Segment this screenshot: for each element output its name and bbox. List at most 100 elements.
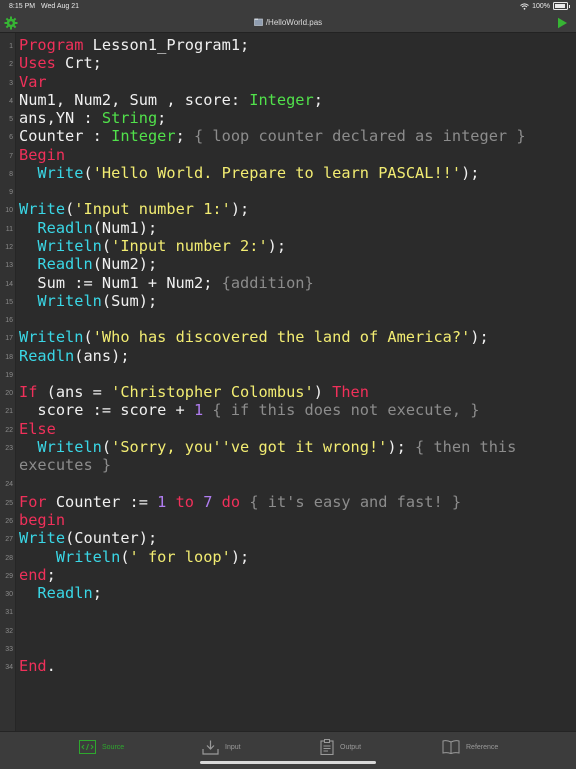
code-line[interactable]: 21 score := score + 1 { if this does not… — [0, 401, 576, 419]
code-text: ans,YN : String; — [19, 109, 166, 127]
code-line[interactable]: 7 Begin — [0, 146, 576, 164]
code-token: Readln — [37, 255, 93, 274]
code-text: Readln(ans); — [19, 347, 130, 365]
document-title: /HelloWorld.pas — [0, 18, 576, 28]
code-token: do — [221, 492, 241, 511]
code-token: Counter := — [46, 492, 158, 511]
code-line[interactable]: 11 Readln(Num1); — [0, 219, 576, 237]
code-line[interactable]: 8 Write('Hello World. Prepare to learn P… — [0, 164, 576, 182]
code-token: Writeln — [37, 291, 102, 310]
code-token: Writeln — [37, 236, 102, 255]
code-text: Writeln('Who has discovered the land of … — [19, 328, 489, 346]
line-number: 6 — [9, 134, 13, 142]
tab-input-label: Input — [225, 743, 241, 751]
code-line[interactable]: 17 Writeln('Who has discovered the land o… — [0, 328, 576, 346]
code-line[interactable]: 16 — [0, 310, 576, 328]
code-line[interactable]: 25 For Counter := 1 to 7 do { it's easy a… — [0, 493, 576, 511]
code-line[interactable]: 15 Writeln(Sum); — [0, 292, 576, 310]
code-line[interactable]: 32 — [0, 621, 576, 639]
code-text: Write('Input number 1:'); — [19, 200, 249, 218]
code-text: Writeln('Sorry, you''ve got it wrong!');… — [19, 438, 516, 456]
code-token: Write — [19, 200, 66, 219]
code-line[interactable]: 27 Write(Counter); — [0, 529, 576, 547]
code-line[interactable]: 20 If (ans = 'Christopher Colombus') Then — [0, 383, 576, 401]
code-line[interactable]: 18 Readln(ans); — [0, 347, 576, 365]
code-line[interactable]: 1 Program Lesson1_Program1; — [0, 36, 576, 54]
title-bar: /HelloWorld.pas — [0, 14, 576, 33]
code-token: For — [19, 492, 47, 511]
code-line[interactable]: 29 end; — [0, 566, 576, 584]
code-line[interactable]: 19 — [0, 365, 576, 383]
play-icon[interactable] — [557, 17, 568, 31]
code-text: Write(Counter); — [19, 529, 157, 547]
code-line[interactable]: 22 Else — [0, 420, 576, 438]
code-token: 'Christopher Colombus' — [111, 383, 314, 402]
code-line[interactable]: 13 Readln(Num2); — [0, 255, 576, 273]
code-line[interactable]: 33 — [0, 639, 576, 657]
code-line[interactable]: 14 Sum := Num1 + Num2; {addition} — [0, 274, 576, 292]
code-line[interactable]: 34 End. — [0, 657, 576, 675]
code-line[interactable]: 4 Num1, Num2, Sum , score: Integer; — [0, 91, 576, 109]
folder-icon — [254, 18, 263, 28]
code-token: { it's easy and fast! } — [249, 492, 462, 511]
code-line[interactable]: 10 Write('Input number 1:'); — [0, 200, 576, 218]
battery-icon — [553, 2, 570, 10]
code-token: ; — [46, 565, 56, 584]
line-number: 11 — [5, 225, 13, 233]
code-line[interactable]: 12 Writeln('Input number 2:'); — [0, 237, 576, 255]
code-token: Writeln — [55, 547, 121, 566]
status-date: Wed Aug 21 — [41, 3, 80, 10]
code-text: score := score + 1 { if this does not ex… — [19, 401, 480, 420]
code-line[interactable]: 6 Counter : Integer; { loop counter decla… — [0, 127, 576, 145]
code-token: Writeln — [37, 437, 102, 456]
code-line[interactable]: 28 Writeln(' for loop'); — [0, 548, 576, 566]
code-token: ; — [92, 584, 102, 603]
code-token: ); — [470, 328, 489, 347]
code-line[interactable]: 2 Uses Crt; — [0, 54, 576, 72]
code-token: ( — [101, 437, 112, 456]
code-line[interactable]: 26 begin — [0, 511, 576, 529]
book-icon — [442, 740, 460, 754]
line-number: 3 — [9, 79, 13, 87]
code-token: Write — [19, 529, 66, 548]
code-line[interactable]: 3 Var — [0, 73, 576, 91]
tab-output[interactable]: Output — [320, 738, 361, 756]
code-token: { then this — [415, 437, 517, 456]
line-number: 5 — [9, 116, 13, 124]
code-token: end — [19, 565, 47, 584]
line-number: 2 — [9, 61, 13, 69]
code-line[interactable]: 9 — [0, 182, 576, 200]
code-token: { loop counter declared as integer } — [194, 127, 526, 146]
code-text: Writeln(' for loop'); — [19, 548, 249, 566]
code-text: Readln(Num2); — [19, 255, 157, 273]
code-token: ( — [120, 547, 130, 566]
line-number: 32 — [5, 627, 13, 635]
code-token: ); — [461, 163, 480, 182]
code-line[interactable]: 23 Writeln('Sorry, you''ve got it wrong!… — [0, 438, 576, 456]
code-line[interactable]: 30 Readln; — [0, 584, 576, 602]
code-line[interactable]: 24 — [0, 474, 576, 492]
tab-reference-label: Reference — [466, 743, 499, 751]
code-token: (ans); — [74, 346, 130, 365]
status-right: 100% — [520, 2, 570, 10]
code-icon — [79, 740, 96, 754]
code-token: Readln — [37, 584, 93, 603]
code-token: Then — [332, 383, 369, 402]
code-editor[interactable]: 1 Program Lesson1_Program1; 2 Uses Crt; 3 Var… — [0, 33, 576, 731]
code-line[interactable]: 5 ans,YN : String; — [0, 109, 576, 127]
code-token: (ans = — [37, 383, 112, 402]
code-token: ( — [83, 328, 93, 347]
code-line[interactable]: 31 — [0, 602, 576, 620]
tab-reference[interactable]: Reference — [442, 738, 498, 756]
code-token: . — [46, 657, 56, 676]
tab-input[interactable]: Input — [202, 738, 241, 756]
tab-source[interactable]: Source — [79, 738, 124, 756]
line-number: 31 — [5, 609, 13, 617]
line-number: 8 — [9, 170, 13, 178]
code-token: ; — [175, 127, 194, 146]
code-token: Write — [37, 163, 84, 182]
code-text: Uses Crt; — [19, 54, 102, 72]
code-token: { if this does not execute, } — [212, 401, 480, 420]
code-line[interactable]: executes } — [0, 456, 576, 474]
